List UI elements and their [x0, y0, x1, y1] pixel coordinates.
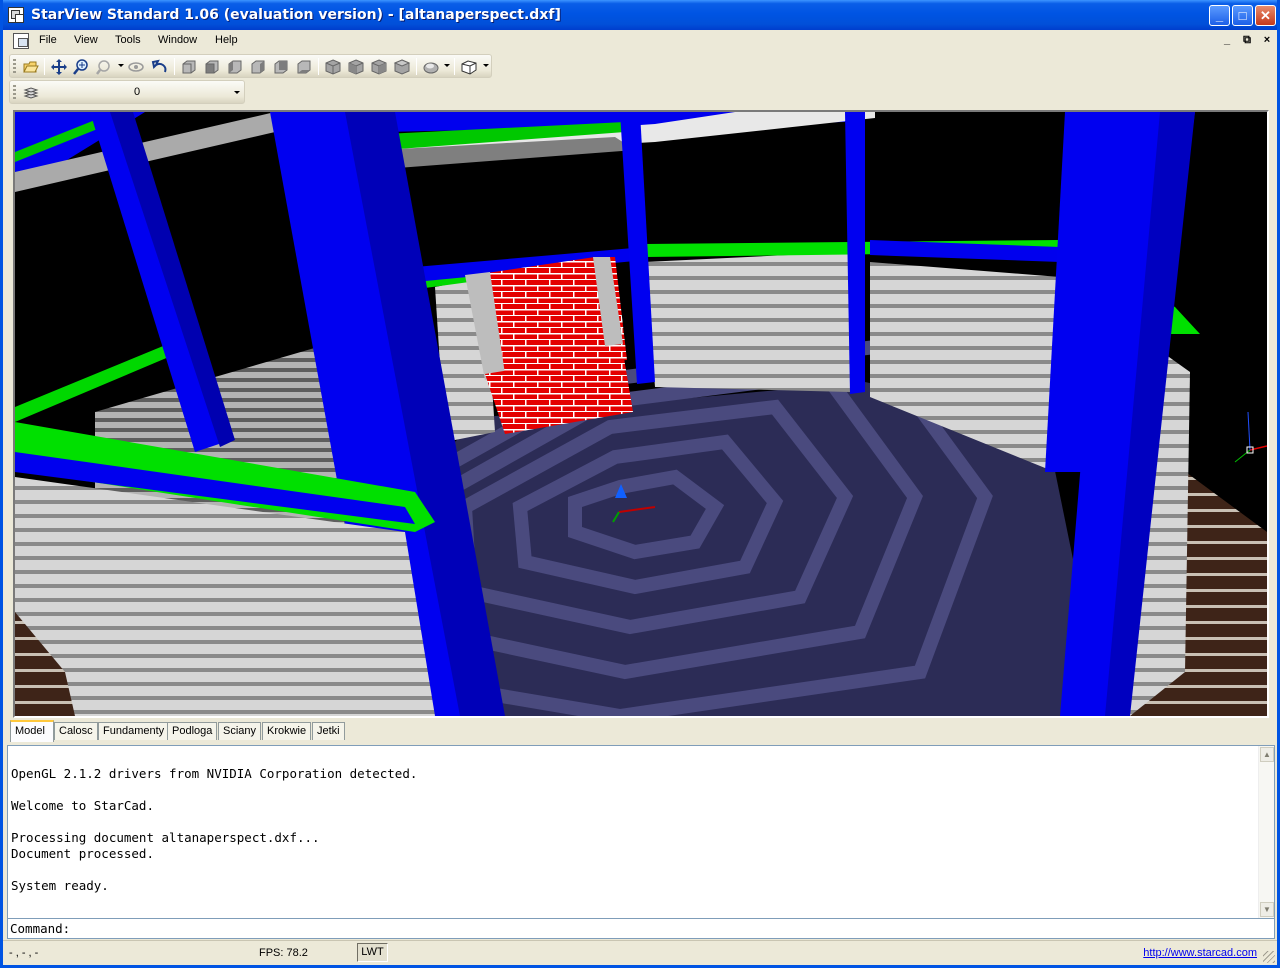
layout-tabs: Model Calosc Fundamenty Podloga Sciany K…: [10, 720, 1272, 742]
console-scrollbar[interactable]: ▲ ▼: [1258, 746, 1274, 918]
projection-dropdown-arrow[interactable]: [483, 64, 489, 67]
zoom-realtime-icon[interactable]: [72, 58, 90, 76]
menu-file[interactable]: File: [39, 34, 57, 46]
orbit-icon[interactable]: [127, 58, 145, 76]
console-line: Processing document altanaperspect.dxf..…: [11, 830, 320, 845]
console-lines: OpenGL 2.1.2 drivers from NVIDIA Corpora…: [11, 766, 417, 894]
mdi-restore-button[interactable]: ⧉: [1241, 33, 1253, 47]
status-bar: - , - , - FPS: 78.2 LWT http://www.starc…: [3, 940, 1277, 965]
scroll-up-arrow[interactable]: ▲: [1260, 747, 1274, 762]
tab-fundamenty[interactable]: Fundamenty: [98, 722, 170, 740]
toolbar-separator: [174, 58, 175, 75]
iso-sw-icon[interactable]: [324, 58, 342, 76]
view-toolbar: [9, 54, 492, 78]
menu-help[interactable]: Help: [215, 34, 238, 46]
toolbar-separator: [416, 58, 417, 75]
console-line: Welcome to StarCad.: [11, 798, 154, 813]
mdi-minimize-button[interactable]: _: [1221, 33, 1233, 47]
model-viewport[interactable]: [13, 110, 1269, 718]
view-front-icon[interactable]: [203, 58, 221, 76]
app-window: StarView Standard 1.06 (evaluation versi…: [0, 0, 1280, 968]
toolbar-separator: [44, 58, 45, 75]
resize-grip[interactable]: [1263, 951, 1275, 963]
iso-nw-icon[interactable]: [393, 58, 411, 76]
tab-jetki[interactable]: Jetki: [312, 722, 345, 740]
view-top-icon[interactable]: [180, 58, 198, 76]
menu-view[interactable]: View: [74, 34, 98, 46]
undo-view-icon[interactable]: [151, 58, 169, 76]
lwt-toggle-button[interactable]: LWT: [357, 943, 388, 962]
document-icon[interactable]: [13, 33, 29, 49]
view-right-icon[interactable]: [249, 58, 267, 76]
wall-back-center: [645, 252, 850, 392]
coordinates-readout: - , - , -: [9, 947, 39, 959]
minimize-button[interactable]: _: [1209, 5, 1230, 26]
toolbar-separator: [318, 58, 319, 75]
zoom-window-icon[interactable]: [95, 58, 113, 76]
close-button[interactable]: ✕: [1255, 5, 1276, 26]
iso-se-icon[interactable]: [347, 58, 365, 76]
tab-krokwie[interactable]: Krokwie: [262, 722, 312, 740]
layers-icon[interactable]: [22, 84, 40, 102]
menu-tools[interactable]: Tools: [115, 34, 141, 46]
console-line: System ready.: [11, 878, 109, 893]
chevron-down-icon[interactable]: [234, 91, 240, 94]
console-line: Document processed.: [11, 846, 154, 861]
menu-window[interactable]: Window: [158, 34, 197, 46]
shading-dropdown-arrow[interactable]: [444, 64, 450, 67]
shading-icon[interactable]: [422, 58, 440, 76]
console-output[interactable]: OpenGL 2.1.2 drivers from NVIDIA Corpora…: [7, 745, 1275, 919]
scroll-down-arrow[interactable]: ▼: [1260, 902, 1274, 917]
open-icon[interactable]: [22, 58, 40, 76]
tab-model[interactable]: Model: [10, 720, 54, 742]
view-bottom-icon[interactable]: [295, 58, 313, 76]
title-bar[interactable]: StarView Standard 1.06 (evaluation versi…: [3, 0, 1277, 30]
window-title: StarView Standard 1.06 (evaluation versi…: [31, 7, 561, 23]
view-left-icon[interactable]: [226, 58, 244, 76]
fps-readout: FPS: 78.2: [259, 947, 308, 959]
mdi-close-button[interactable]: ×: [1261, 33, 1273, 47]
app-icon[interactable]: [8, 7, 24, 23]
view-back-icon[interactable]: [272, 58, 290, 76]
toolbar-separator: [454, 58, 455, 75]
tab-podloga[interactable]: Podloga: [167, 722, 218, 740]
layer-select[interactable]: 0: [46, 83, 249, 102]
tab-calosc[interactable]: Calosc: [54, 722, 98, 740]
console-line: OpenGL 2.1.2 drivers from NVIDIA Corpora…: [11, 766, 418, 781]
pan-icon[interactable]: [50, 58, 68, 76]
layer-toolbar: 0: [9, 80, 245, 104]
projection-icon[interactable]: [460, 58, 478, 76]
command-line: Command:: [7, 919, 1275, 939]
website-link[interactable]: http://www.starcad.com: [1143, 947, 1257, 959]
toolbar-grip[interactable]: [13, 85, 16, 100]
command-input[interactable]: [80, 920, 1260, 937]
rendered-3d-scene[interactable]: [15, 112, 1267, 716]
command-label: Command:: [10, 921, 71, 936]
tab-sciany[interactable]: Sciany: [218, 722, 262, 740]
menu-bar: File View Tools Window Help _ ⧉ ×: [3, 30, 1277, 52]
zoom-dropdown-arrow[interactable]: [118, 64, 124, 67]
maximize-button[interactable]: □: [1232, 5, 1253, 26]
iso-ne-icon[interactable]: [370, 58, 388, 76]
toolbar-grip[interactable]: [13, 59, 16, 74]
current-layer-value: 0: [134, 86, 141, 98]
